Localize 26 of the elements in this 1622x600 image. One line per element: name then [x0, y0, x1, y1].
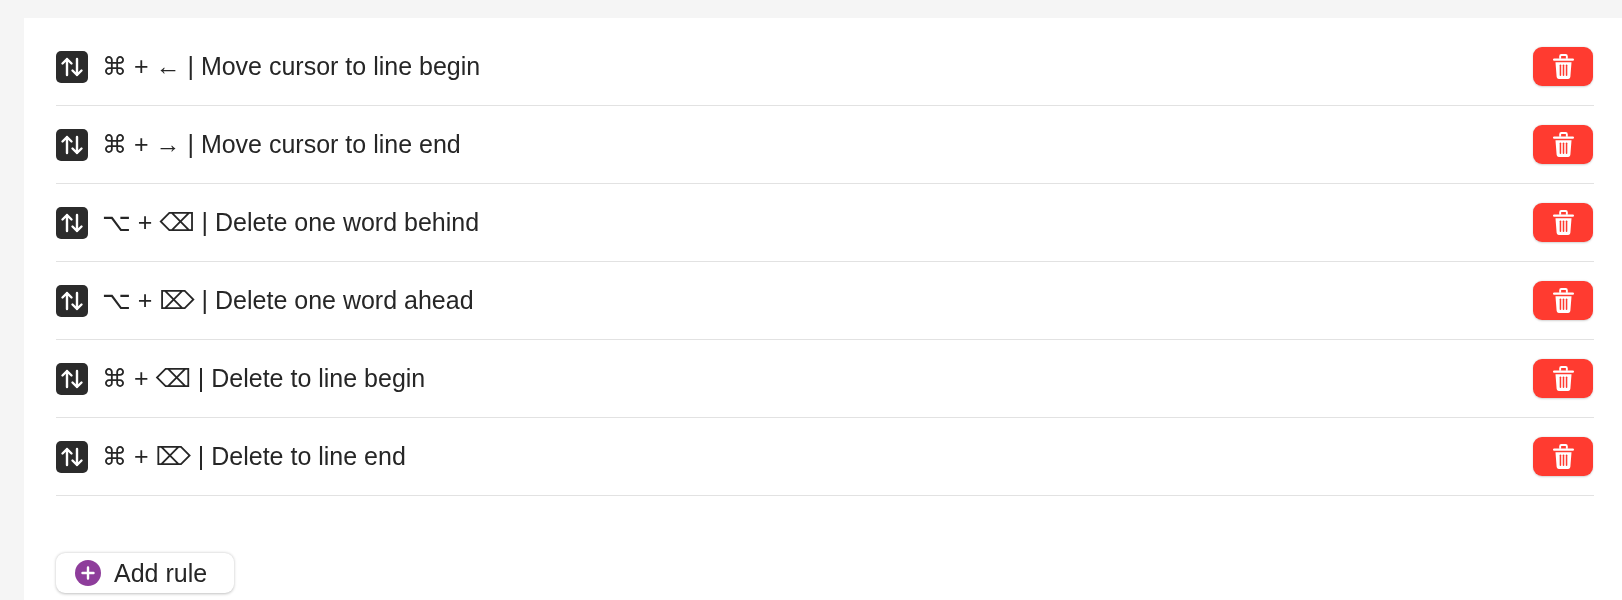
- up-down-arrows-icon: [56, 362, 88, 395]
- rule-label: ⌘ + ⌦ | Delete to line end: [102, 442, 407, 471]
- up-down-arrows-icon: [56, 284, 88, 317]
- up-down-arrows-icon: [56, 440, 88, 473]
- up-down-arrows-icon: [56, 50, 88, 83]
- up-down-arrows-icon: [56, 128, 88, 161]
- trash-icon: [1552, 54, 1574, 79]
- plus-icon: [75, 560, 101, 586]
- rule-label: ⌘ + → | Move cursor to line end: [102, 130, 462, 159]
- add-rule-button[interactable]: Add rule: [56, 553, 234, 593]
- trash-icon: [1552, 210, 1574, 235]
- delete-button[interactable]: [1533, 437, 1593, 476]
- rule-label: ⌘ + ← | Move cursor to line begin: [102, 52, 482, 81]
- delete-button[interactable]: [1533, 359, 1593, 398]
- up-down-arrows-icon: [56, 206, 88, 239]
- rule-label: ⌥ + ⌫ | Delete one word behind: [102, 208, 481, 237]
- delete-button[interactable]: [1533, 203, 1593, 242]
- trash-icon: [1552, 366, 1574, 391]
- delete-button[interactable]: [1533, 281, 1593, 320]
- delete-button[interactable]: [1533, 125, 1593, 164]
- trash-icon: [1552, 288, 1574, 313]
- rule-label: ⌥ + ⌦ | Delete one word ahead: [102, 286, 475, 315]
- trash-icon: [1552, 132, 1574, 157]
- delete-button[interactable]: [1533, 47, 1593, 86]
- trash-icon: [1552, 444, 1574, 469]
- rule-label: ⌘ + ⌫ | Delete to line begin: [102, 364, 427, 393]
